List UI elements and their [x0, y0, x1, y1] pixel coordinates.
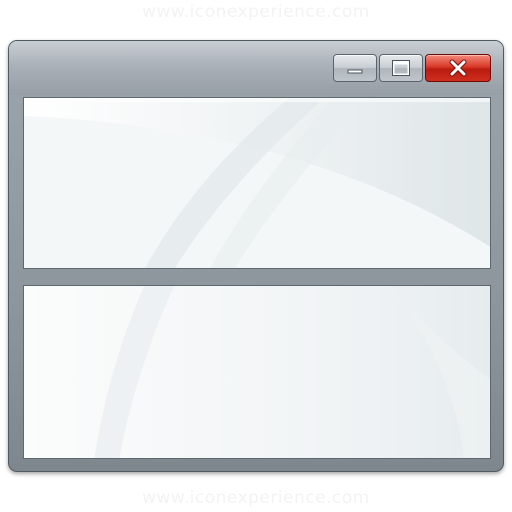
pane-gloss-top — [24, 98, 490, 268]
pane-gloss-bottom — [24, 286, 490, 458]
window-pane-bottom — [23, 285, 491, 459]
watermark-bottom: www.iconexperience.com — [142, 488, 370, 508]
watermark-top: www.iconexperience.com — [142, 2, 370, 22]
close-x-icon — [449, 59, 467, 77]
maximize-button[interactable] — [379, 54, 423, 82]
window-titlebar[interactable] — [9, 41, 503, 95]
minimize-button[interactable] — [333, 54, 377, 82]
window-pane-top — [23, 97, 491, 269]
icon-canvas: www.iconexperience.com www.iconexperienc… — [0, 0, 512, 512]
maximize-icon — [392, 60, 410, 76]
close-button[interactable] — [425, 54, 491, 82]
application-window — [8, 40, 504, 472]
minimize-icon — [347, 69, 363, 74]
window-controls — [333, 54, 491, 82]
